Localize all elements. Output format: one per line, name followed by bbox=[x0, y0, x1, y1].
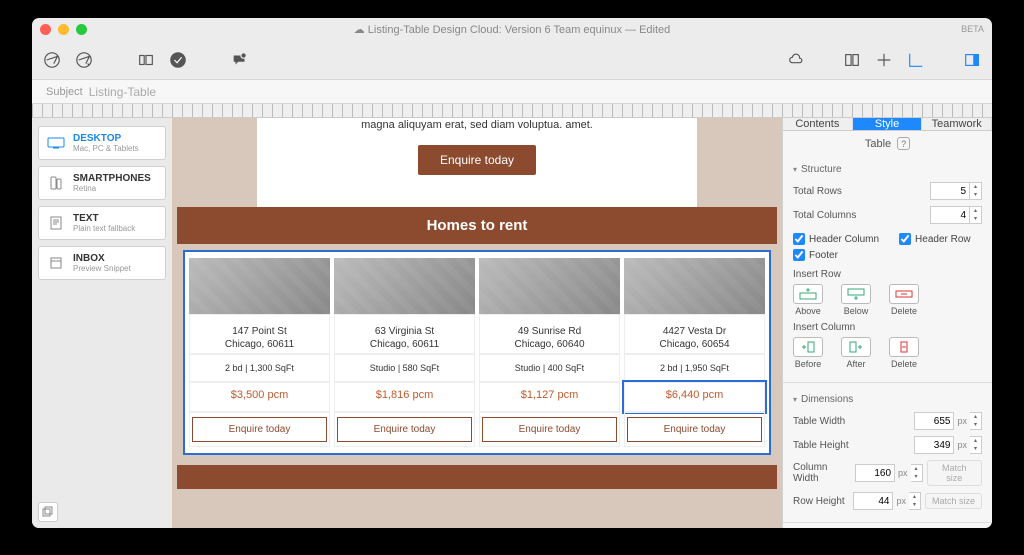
enquire-main-button[interactable]: Enquire today bbox=[418, 145, 536, 175]
desktop-icon bbox=[47, 136, 65, 150]
delete-row-button[interactable]: Delete bbox=[889, 284, 919, 316]
listing-spec[interactable]: Studio | 580 SqFt bbox=[334, 354, 475, 382]
inspector-toggle-icon[interactable] bbox=[962, 50, 982, 70]
row-height-input[interactable] bbox=[853, 492, 893, 510]
tab-style[interactable]: Style bbox=[853, 118, 923, 130]
add-section-icon[interactable] bbox=[874, 50, 894, 70]
chat-icon[interactable] bbox=[230, 50, 250, 70]
subject-row[interactable]: Subject Listing-Table bbox=[32, 80, 992, 104]
device-inbox[interactable]: INBOXPreview Snippet bbox=[38, 246, 166, 280]
lorem-text: magna aliquyam erat, sed diam voluptua. … bbox=[257, 118, 697, 145]
beta-badge: BETA bbox=[961, 24, 984, 34]
cloud-icon[interactable] bbox=[786, 50, 806, 70]
match-row-button[interactable]: Match size bbox=[925, 493, 982, 509]
device-sidebar: DESKTOPMac, PC & Tablets SMARTPHONESReti… bbox=[32, 118, 172, 528]
listing-price[interactable]: $1,127 pcm bbox=[479, 382, 620, 412]
layout-icon[interactable] bbox=[136, 50, 156, 70]
section-title-rent[interactable]: Homes to rent bbox=[177, 207, 777, 244]
listing-address[interactable]: 4427 Vesta DrChicago, 60654 bbox=[624, 314, 765, 354]
column-width-input[interactable] bbox=[855, 464, 895, 482]
listing-address[interactable]: 63 Virginia StChicago, 60611 bbox=[334, 314, 475, 354]
listing-image[interactable] bbox=[624, 258, 765, 314]
listing-price-selected[interactable]: $6,440 pcm bbox=[624, 382, 765, 412]
device-smartphones[interactable]: SMARTPHONESRetina bbox=[38, 166, 166, 200]
horizontal-ruler bbox=[32, 104, 992, 118]
table-height-input[interactable] bbox=[914, 436, 954, 454]
layers-button[interactable] bbox=[38, 502, 58, 522]
listing-table[interactable]: 147 Point StChicago, 60611 63 Virginia S… bbox=[183, 250, 771, 455]
tab-contents[interactable]: Contents bbox=[783, 118, 853, 130]
subject-label: Subject bbox=[46, 86, 83, 98]
listing-price[interactable]: $1,816 pcm bbox=[334, 382, 475, 412]
insert-row-below-button[interactable]: Below bbox=[841, 284, 871, 316]
text-icon bbox=[47, 216, 65, 230]
device-desktop[interactable]: DESKTOPMac, PC & Tablets bbox=[38, 126, 166, 160]
send-icon[interactable] bbox=[42, 50, 62, 70]
insert-col-before-button[interactable]: Before bbox=[793, 337, 823, 369]
tab-teamwork[interactable]: Teamwork bbox=[922, 118, 992, 130]
total-cols-input[interactable] bbox=[930, 206, 970, 224]
window-title: ☁ Listing-Table Design Cloud: Version 6 … bbox=[32, 23, 992, 36]
listing-image[interactable] bbox=[334, 258, 475, 314]
enquire-button[interactable]: Enquire today bbox=[482, 417, 617, 442]
footer-checkbox[interactable] bbox=[793, 249, 805, 261]
header-column-checkbox[interactable] bbox=[793, 233, 805, 245]
listing-image[interactable] bbox=[479, 258, 620, 314]
listing-address[interactable]: 49 Sunrise RdChicago, 60640 bbox=[479, 314, 620, 354]
zoom-window-button[interactable] bbox=[76, 24, 87, 35]
subject-value: Listing-Table bbox=[89, 85, 156, 99]
canvas-area[interactable]: magna aliquyam erat, sed diam voluptua. … bbox=[172, 118, 782, 528]
align-icon[interactable] bbox=[842, 50, 862, 70]
table-width-input[interactable] bbox=[914, 412, 954, 430]
match-col-button[interactable]: Match size bbox=[927, 460, 982, 486]
total-rows-input[interactable] bbox=[930, 182, 970, 200]
listing-image[interactable] bbox=[189, 258, 330, 314]
inbox-icon bbox=[47, 256, 65, 270]
titlebar: ☁ Listing-Table Design Cloud: Version 6 … bbox=[32, 18, 992, 40]
minimize-window-button[interactable] bbox=[58, 24, 69, 35]
device-text[interactable]: TEXTPlain text fallback bbox=[38, 206, 166, 240]
section-structure[interactable]: Structure bbox=[793, 160, 982, 179]
enquire-button[interactable]: Enquire today bbox=[627, 417, 762, 442]
listing-price[interactable]: $3,500 pcm bbox=[189, 382, 330, 412]
section-title-next[interactable] bbox=[177, 465, 777, 489]
toolbar bbox=[32, 40, 992, 80]
listing-address[interactable]: 147 Point StChicago, 60611 bbox=[189, 314, 330, 354]
email-content: magna aliquyam erat, sed diam voluptua. … bbox=[257, 118, 697, 207]
section-dimensions[interactable]: Dimensions bbox=[793, 390, 982, 409]
check-icon[interactable] bbox=[168, 50, 188, 70]
inspector-panel: Contents Style Teamwork Table? Structure… bbox=[782, 118, 992, 528]
listing-spec[interactable]: Studio | 400 SqFt bbox=[479, 354, 620, 382]
send-later-icon[interactable] bbox=[74, 50, 94, 70]
listing-spec[interactable]: 2 bd | 1,300 SqFt bbox=[189, 354, 330, 382]
total-cols-stepper[interactable]: ▴▾ bbox=[970, 206, 982, 224]
total-rows-stepper[interactable]: ▴▾ bbox=[970, 182, 982, 200]
app-window: ☁ Listing-Table Design Cloud: Version 6 … bbox=[32, 18, 992, 528]
inspector-title: Table? bbox=[783, 131, 992, 156]
bounds-icon[interactable] bbox=[906, 50, 926, 70]
enquire-button[interactable]: Enquire today bbox=[192, 417, 327, 442]
header-row-checkbox[interactable] bbox=[899, 233, 911, 245]
insert-col-after-button[interactable]: After bbox=[841, 337, 871, 369]
listing-spec[interactable]: 2 bd | 1,950 SqFt bbox=[624, 354, 765, 382]
delete-col-button[interactable]: Delete bbox=[889, 337, 919, 369]
enquire-button[interactable]: Enquire today bbox=[337, 417, 472, 442]
help-icon[interactable]: ? bbox=[897, 137, 910, 150]
phone-icon bbox=[47, 176, 65, 190]
close-window-button[interactable] bbox=[40, 24, 51, 35]
insert-row-above-button[interactable]: Above bbox=[793, 284, 823, 316]
